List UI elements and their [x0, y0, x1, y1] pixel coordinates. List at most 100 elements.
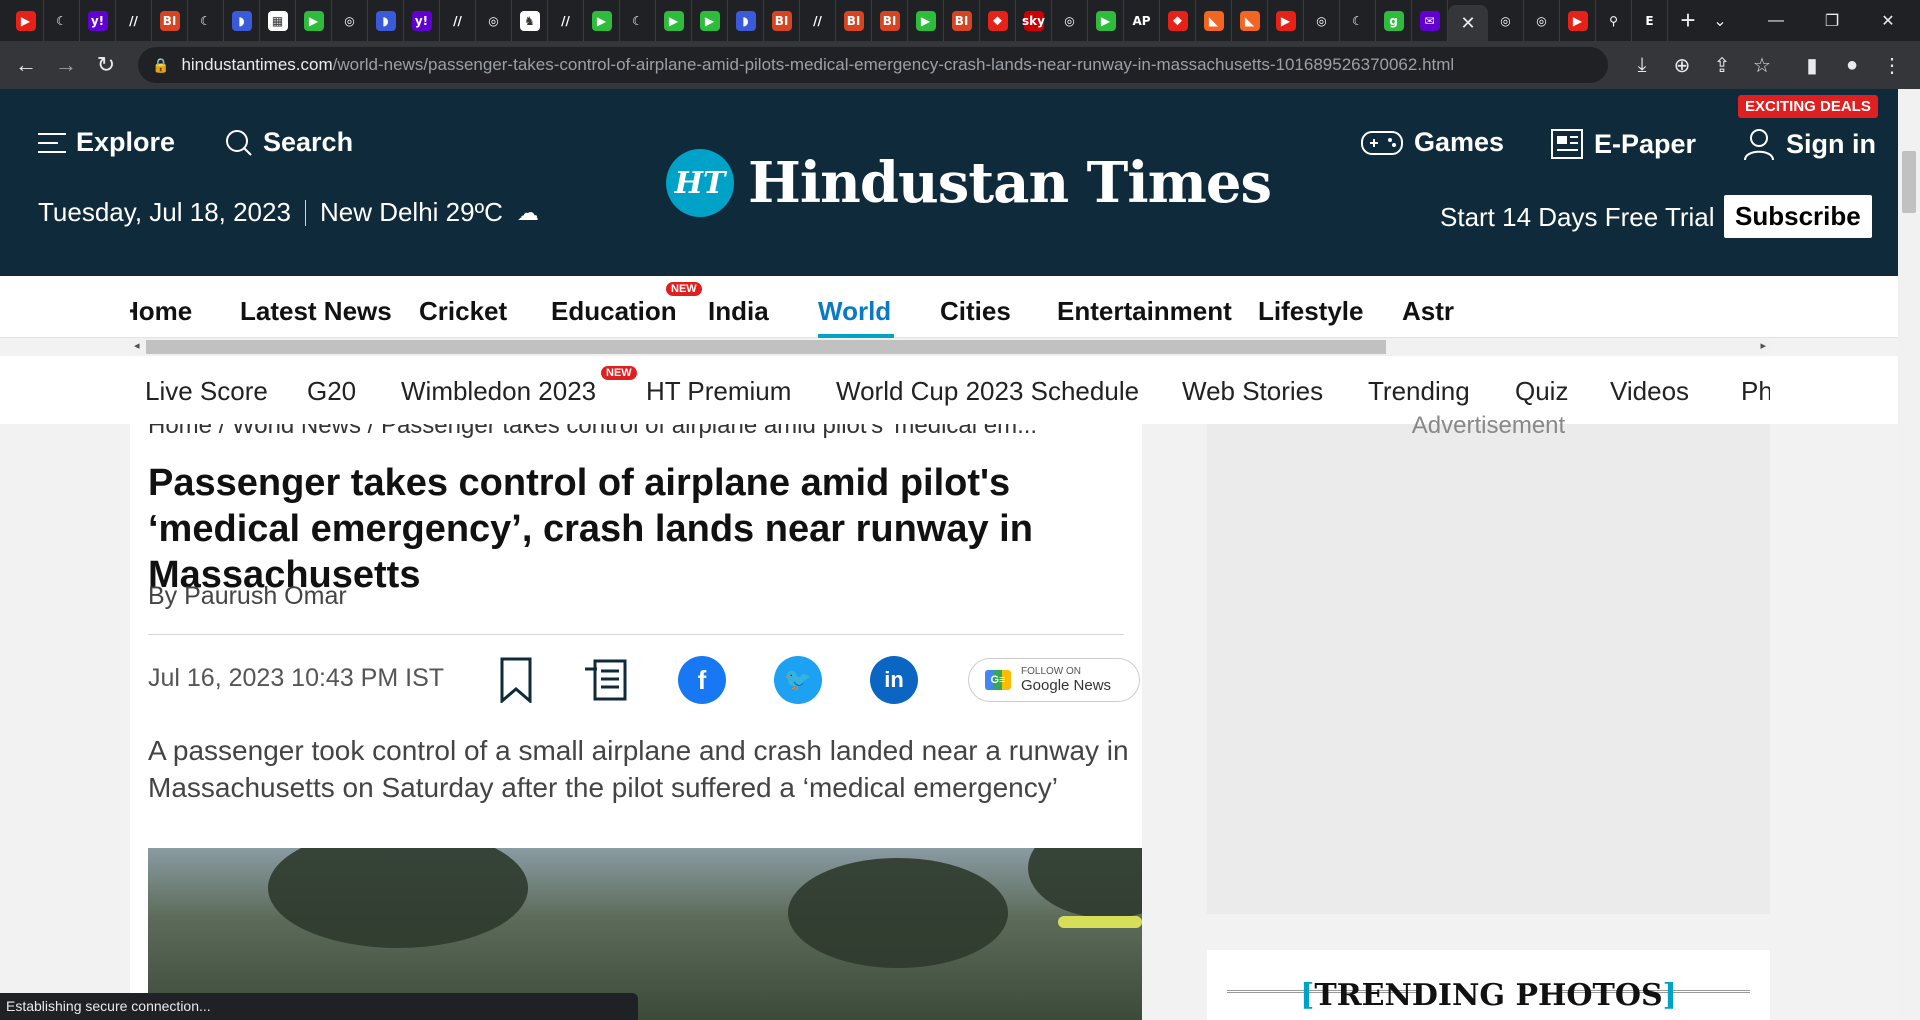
close-window-button[interactable]: ✕ [1858, 0, 1918, 41]
zoom-icon[interactable]: ⊕ [1662, 45, 1702, 85]
subnav-item-trending[interactable]: Trending [1368, 376, 1470, 407]
subscribe-button[interactable]: Subscribe [1724, 195, 1872, 238]
subnav-item-quiz[interactable]: Quiz [1515, 376, 1568, 407]
nav-item-home[interactable]: Home [130, 296, 192, 327]
subnav-item-videos[interactable]: Videos [1610, 376, 1689, 407]
tab[interactable]: ▶ [584, 0, 620, 41]
tab[interactable]: ▶ [908, 0, 944, 41]
linkedin-icon[interactable]: in [870, 656, 918, 704]
byline[interactable]: By Paurush Omar [148, 582, 347, 611]
tab[interactable]: y! [80, 0, 116, 41]
tab[interactable]: ▶ [8, 0, 44, 41]
tab[interactable]: // [116, 0, 152, 41]
tab[interactable]: ◣ [1232, 0, 1268, 41]
reader-mode-icon[interactable] [582, 656, 630, 704]
tab[interactable]: BI [872, 0, 908, 41]
tab[interactable]: g [1376, 0, 1412, 41]
tab[interactable]: ◎ [1052, 0, 1088, 41]
tab[interactable]: ☾ [44, 0, 80, 41]
tab[interactable]: ⚲ [1596, 0, 1632, 41]
advertisement-slot[interactable]: Advertisement [1207, 412, 1770, 914]
nav-item-cities[interactable]: Cities [940, 296, 1011, 327]
breadcrumb[interactable]: Home / World News / Passenger takes cont… [148, 424, 1037, 440]
page-scrollbar-thumb[interactable] [1902, 151, 1916, 213]
tab[interactable]: BI [764, 0, 800, 41]
tab[interactable]: ◎ [476, 0, 512, 41]
tab[interactable]: BI [944, 0, 980, 41]
tab[interactable]: BI [836, 0, 872, 41]
signin-link[interactable]: Sign in [1742, 127, 1876, 161]
nav-item-latest-news[interactable]: Latest News [240, 296, 392, 327]
tab[interactable]: ◎ [1524, 0, 1560, 41]
tab[interactable]: ▶ [1560, 0, 1596, 41]
tab[interactable]: ☾ [1340, 0, 1376, 41]
tab[interactable]: ♞ [512, 0, 548, 41]
tab[interactable]: ▦ [260, 0, 296, 41]
minimize-button[interactable]: — [1746, 0, 1806, 41]
nav-item-world[interactable]: World [818, 296, 891, 327]
tab[interactable]: ◎ [332, 0, 368, 41]
nav-scrollbar-thumb[interactable] [146, 340, 1386, 354]
nav-item-astr[interactable]: Astr [1402, 296, 1454, 327]
twitter-icon[interactable]: 🐦 [774, 656, 822, 704]
tab[interactable]: ▶ [656, 0, 692, 41]
tab[interactable]: E [1632, 0, 1668, 41]
tab[interactable]: sky [1016, 0, 1052, 41]
subnav-item-g20[interactable]: G20 [307, 376, 356, 407]
google-news-button[interactable]: G≡ FOLLOW ON Google News [968, 658, 1140, 702]
tab[interactable]: ▶ [296, 0, 332, 41]
restore-button[interactable]: ❐ [1802, 0, 1862, 41]
tab[interactable]: // [548, 0, 584, 41]
facebook-icon[interactable]: f [678, 656, 726, 704]
tab[interactable]: ◎ [1304, 0, 1340, 41]
free-trial-text[interactable]: Start 14 Days Free Trial [1440, 202, 1715, 233]
explore-button[interactable]: Explore [38, 127, 175, 158]
share-icon[interactable]: ⇪ [1702, 45, 1742, 85]
tab[interactable]: // [440, 0, 476, 41]
nav-item-lifestyle[interactable]: Lifestyle [1258, 296, 1364, 327]
subnav-item-wimbledon-2023[interactable]: Wimbledon 2023 [401, 376, 596, 407]
nav-scrollbar[interactable]: ◂ ▸ [130, 338, 1770, 356]
subnav-item-web-stories[interactable]: Web Stories [1182, 376, 1323, 407]
tab[interactable]: ◎ [1488, 0, 1524, 41]
scroll-left-icon[interactable]: ◂ [134, 339, 140, 352]
scroll-right-icon[interactable]: ▸ [1760, 339, 1766, 352]
tab[interactable]: ▶ [692, 0, 728, 41]
tab[interactable]: // [800, 0, 836, 41]
tab-search-icon[interactable]: ⌄ [1690, 0, 1750, 41]
tab[interactable]: ⬥ [1160, 0, 1196, 41]
tab[interactable]: AP [1124, 0, 1160, 41]
tab[interactable]: ⬥ [980, 0, 1016, 41]
games-link[interactable]: Games [1360, 127, 1504, 158]
subnav-item-ph[interactable]: Ph [1741, 376, 1770, 407]
profile-icon[interactable]: ● [1832, 45, 1872, 85]
subnav-item-world-cup-2023-schedule[interactable]: World Cup 2023 Schedule [836, 376, 1139, 407]
nav-item-india[interactable]: India [708, 296, 769, 327]
bookmark-star-icon[interactable]: ☆ [1742, 45, 1782, 85]
install-icon[interactable]: ⤓ [1622, 45, 1662, 85]
page-scrollbar[interactable] [1898, 89, 1920, 1020]
active-tab-close-icon[interactable]: ✕ [1448, 5, 1488, 41]
subnav-item-ht-premium[interactable]: HT Premium [646, 376, 791, 407]
reload-icon[interactable]: ↻ [86, 45, 126, 85]
tab[interactable]: ▶ [1268, 0, 1304, 41]
nav-item-entertainment[interactable]: Entertainment [1057, 296, 1232, 327]
tab[interactable]: BI [152, 0, 188, 41]
tab[interactable]: ◗ [224, 0, 260, 41]
nav-item-cricket[interactable]: Cricket [419, 296, 507, 327]
tab[interactable]: y! [404, 0, 440, 41]
tab[interactable]: ◣ [1196, 0, 1232, 41]
address-bar[interactable]: 🔒 hindustantimes.com/world-news/passenge… [138, 47, 1608, 83]
tab[interactable]: ▶ [1088, 0, 1124, 41]
tab[interactable]: ☾ [188, 0, 224, 41]
menu-icon[interactable]: ⋮ [1872, 45, 1912, 85]
back-icon[interactable]: ← [6, 45, 46, 85]
search-button[interactable]: Search [225, 127, 353, 158]
nav-item-education[interactable]: Education [551, 296, 677, 327]
site-logo[interactable]: HT Hindustan Times [666, 149, 1272, 217]
forward-icon[interactable]: → [46, 45, 86, 85]
deals-badge[interactable]: EXCITING DEALS [1738, 95, 1878, 118]
bookmark-icon[interactable] [492, 656, 540, 704]
side-panel-icon[interactable]: ▮ [1792, 45, 1832, 85]
tab[interactable]: ◗ [728, 0, 764, 41]
